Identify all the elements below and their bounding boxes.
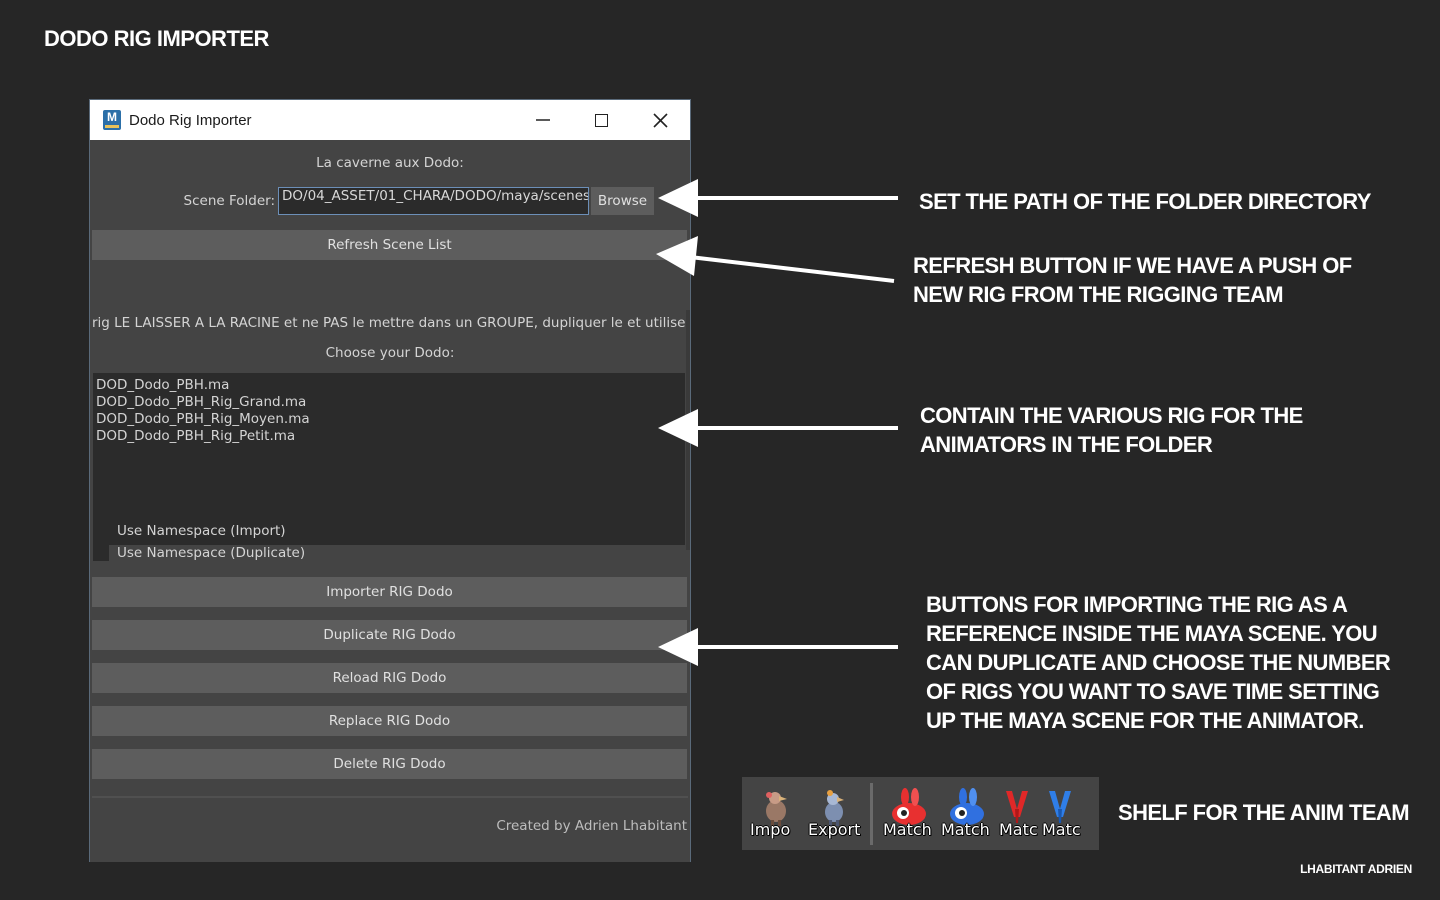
shelf-item-label: Impo xyxy=(750,819,791,839)
duplicate-rig-button[interactable]: Duplicate RIG Dodo xyxy=(92,620,687,650)
annotation-line: REFRESH BUTTON IF WE HAVE A PUSH OF xyxy=(913,253,1352,278)
close-button[interactable] xyxy=(631,100,690,140)
shelf-item-label: Matc xyxy=(1042,819,1081,839)
shelf-export-button[interactable]: Export xyxy=(806,783,861,845)
annotation-line: SHELF FOR THE ANIM TEAM xyxy=(1118,800,1410,825)
shelf-item-label: Match xyxy=(883,819,932,839)
annotation-buttons: BUTTONS FOR IMPORTING THE RIG AS A REFER… xyxy=(926,590,1391,735)
annotation-path: SET THE PATH OF THE FOLDER DIRECTORY xyxy=(919,187,1371,216)
scene-list[interactable]: DOD_Dodo_PBH.ma DOD_Dodo_PBH_Rig_Grand.m… xyxy=(93,373,685,545)
annotation-line: CONTAIN THE VARIOUS RIG FOR THE xyxy=(920,403,1303,428)
annotation-line: SET THE PATH OF THE FOLDER DIRECTORY xyxy=(919,189,1371,214)
annotation-line: REFERENCE INSIDE THE MAYA SCENE. YOU xyxy=(926,621,1378,646)
namespace-duplicate-checkbox-row[interactable]: Use Namespace (Duplicate) xyxy=(93,544,305,562)
minimize-button[interactable] xyxy=(513,100,572,140)
list-item[interactable]: DOD_Dodo_PBH_Rig_Grand.ma xyxy=(96,394,682,411)
annotation-line: CAN DUPLICATE AND CHOOSE THE NUMBER xyxy=(926,650,1391,675)
list-item[interactable]: DOD_Dodo_PBH_Rig_Moyen.ma xyxy=(96,411,682,428)
delete-rig-button[interactable]: Delete RIG Dodo xyxy=(92,749,687,779)
shelf-item-label: Matc xyxy=(999,819,1038,839)
choose-label: Choose your Dodo: xyxy=(325,345,455,361)
credit-label: Created by Adrien Lhabitant xyxy=(496,818,687,834)
shelf-match-tripod-blue-button[interactable]: Matc xyxy=(1040,783,1081,845)
close-icon xyxy=(653,112,668,128)
scene-folder-input[interactable]: DO/04_ASSET/01_CHARA/DODO/maya/scenes xyxy=(278,187,589,215)
window-body: La caverne aux Dodo: Scene Folder: DO/04… xyxy=(90,140,690,862)
annotation-shelf: SHELF FOR THE ANIM TEAM xyxy=(1118,798,1410,827)
shelf-match-blue-button[interactable]: Match xyxy=(939,783,994,845)
annotation-line: NEW RIG FROM THE RIGGING TEAM xyxy=(913,282,1284,307)
annotation-line: UP THE MAYA SCENE FOR THE ANIMATOR. xyxy=(926,708,1364,733)
arrow-path xyxy=(658,179,898,217)
shelf-match-red-button[interactable]: Match xyxy=(881,783,936,845)
author-signature: LHABITANT ADRIEN xyxy=(1300,862,1412,876)
maya-app-icon: M xyxy=(103,110,121,130)
window-titlebar[interactable]: M Dodo Rig Importer xyxy=(90,100,690,140)
scene-folder-label: Scene Folder: xyxy=(183,193,275,209)
browse-button[interactable]: Browse xyxy=(591,187,654,215)
dodo-rig-importer-window: M Dodo Rig Importer La caverne aux Dodo:… xyxy=(89,99,691,862)
cave-label: La caverne aux Dodo: xyxy=(316,155,464,171)
shelf-import-button[interactable]: Impo xyxy=(748,783,803,845)
minimize-icon xyxy=(535,119,550,121)
checkbox-label: Use Namespace (Import) xyxy=(117,523,286,539)
annotation-line: OF RIGS YOU WANT TO SAVE TIME SETTING xyxy=(926,679,1380,704)
window-title: Dodo Rig Importer xyxy=(129,111,252,129)
maximize-icon xyxy=(595,113,608,127)
namespace-duplicate-checkbox[interactable] xyxy=(93,545,109,561)
anim-shelf: Impo Export Match Match Matc Matc xyxy=(742,777,1099,850)
arrow-refresh xyxy=(656,236,895,283)
namespace-import-checkbox-row[interactable]: Use Namespace (Import) xyxy=(93,522,286,540)
reload-rig-button[interactable]: Reload RIG Dodo xyxy=(92,663,687,693)
shelf-separator xyxy=(870,782,873,845)
shelf-item-label: Export xyxy=(808,819,861,839)
window-controls xyxy=(513,100,690,140)
arrow-list xyxy=(658,409,898,447)
annotation-line: BUTTONS FOR IMPORTING THE RIG AS A xyxy=(926,592,1348,617)
annotation-line: ANIMATORS IN THE FOLDER xyxy=(920,432,1213,457)
vertical-scrollbar[interactable] xyxy=(686,310,690,550)
footer-divider xyxy=(92,796,688,798)
replace-rig-button[interactable]: Replace RIG Dodo xyxy=(92,706,687,736)
scene-folder-row: Scene Folder: DO/04_ASSET/01_CHARA/DODO/… xyxy=(90,187,690,215)
shelf-match-tripod-red-button[interactable]: Matc xyxy=(997,783,1038,845)
page-title: DODO RIG IMPORTER xyxy=(44,26,269,51)
list-item[interactable]: DOD_Dodo_PBH_Rig_Petit.ma xyxy=(96,428,682,445)
namespace-import-checkbox[interactable] xyxy=(93,523,109,539)
arrow-buttons xyxy=(658,628,898,666)
checkbox-label: Use Namespace (Duplicate) xyxy=(117,545,306,561)
maximize-button[interactable] xyxy=(572,100,631,140)
annotation-list: CONTAIN THE VARIOUS RIG FOR THE ANIMATOR… xyxy=(920,401,1303,459)
instruction-note: rig LE LAISSER A LA RACINE et ne PAS le … xyxy=(92,315,688,331)
import-rig-button[interactable]: Importer RIG Dodo xyxy=(92,577,687,607)
list-item[interactable]: DOD_Dodo_PBH.ma xyxy=(96,377,682,394)
refresh-scene-list-button[interactable]: Refresh Scene List xyxy=(92,230,687,260)
shelf-item-label: Match xyxy=(941,819,990,839)
annotation-refresh: REFRESH BUTTON IF WE HAVE A PUSH OF NEW … xyxy=(913,251,1352,309)
